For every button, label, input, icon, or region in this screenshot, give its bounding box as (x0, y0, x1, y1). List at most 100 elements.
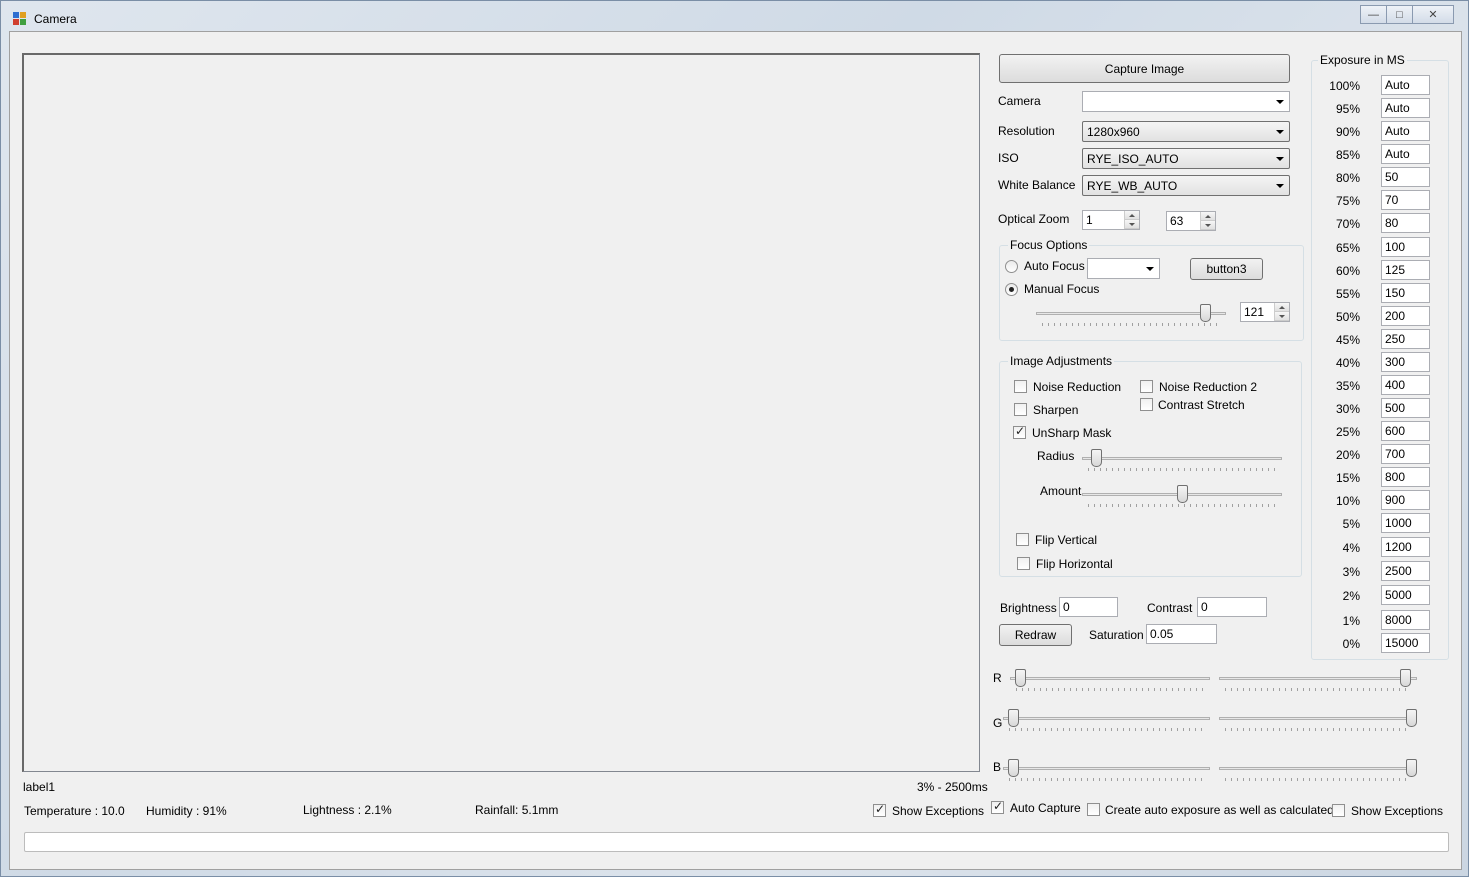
slider-thumb[interactable] (1406, 709, 1417, 727)
maximize-button[interactable]: □ (1386, 5, 1413, 24)
focus-value-stepper[interactable]: 121 (1240, 302, 1290, 322)
noise-reduction-checkbox[interactable] (1014, 380, 1027, 393)
spin-up-icon[interactable] (1275, 303, 1289, 312)
capture-image-button[interactable]: Capture Image (999, 54, 1290, 83)
exposure-value-input[interactable]: 800 (1381, 467, 1430, 487)
exposure-value-input[interactable]: 300 (1381, 352, 1430, 372)
exposure-percent-label: 75% (1335, 194, 1360, 208)
slider-thumb[interactable] (1091, 449, 1102, 467)
minimize-button[interactable]: — (1360, 5, 1387, 24)
exposure-value-input[interactable]: 15000 (1381, 633, 1430, 653)
white-balance-dropdown[interactable]: RYE_WB_AUTO (1082, 175, 1290, 196)
exposure-value-input[interactable]: 600 (1381, 421, 1430, 441)
exposure-value-input[interactable]: 1200 (1381, 537, 1430, 557)
focus-value: 121 (1244, 305, 1265, 319)
exposure-value-input[interactable]: 900 (1381, 490, 1430, 510)
show-exceptions-label-1: Show Exceptions (892, 804, 985, 818)
camera-label: Camera (998, 94, 1041, 108)
slider-thumb[interactable] (1015, 669, 1026, 687)
auto-focus-dropdown[interactable] (1087, 258, 1160, 279)
create-auto-exposure-label: Create auto exposure as well as calculat… (1105, 803, 1341, 817)
unsharp-mask-checkbox[interactable] (1013, 424, 1026, 439)
zoom-secondary-value: 63 (1170, 214, 1184, 228)
auto-capture-checkbox[interactable] (991, 799, 1004, 814)
g-min-slider[interactable] (1003, 709, 1210, 733)
optical-zoom-stepper[interactable]: 1 (1082, 210, 1140, 230)
slider-thumb[interactable] (1177, 485, 1188, 503)
slider-thumb[interactable] (1406, 759, 1417, 777)
spin-down-icon[interactable] (1275, 312, 1289, 321)
exposure-value-input[interactable]: 400 (1381, 375, 1430, 395)
exposure-value-input[interactable]: Auto (1381, 144, 1430, 164)
flip-horizontal-checkbox[interactable] (1017, 557, 1030, 570)
manual-focus-label: Manual Focus (1024, 282, 1100, 296)
b-min-slider[interactable] (1003, 759, 1210, 783)
slider-thumb[interactable] (1008, 759, 1019, 777)
exposure-value-input[interactable]: Auto (1381, 98, 1430, 118)
flip-vertical-label: Flip Vertical (1035, 533, 1098, 547)
sharpen-checkbox[interactable] (1014, 403, 1027, 416)
amount-slider[interactable] (1082, 485, 1282, 509)
exposure-value-input[interactable]: 5000 (1381, 585, 1430, 605)
slider-thumb[interactable] (1400, 669, 1411, 687)
exposure-value-input[interactable]: 150 (1381, 283, 1430, 303)
g-max-slider[interactable] (1219, 709, 1417, 733)
auto-capture-label: Auto Capture (1010, 801, 1081, 815)
sharpen-label: Sharpen (1033, 403, 1079, 417)
flip-vertical-checkbox[interactable] (1016, 533, 1029, 546)
slider-thumb[interactable] (1200, 304, 1211, 322)
exposure-value-input[interactable]: 500 (1381, 398, 1430, 418)
exposure-percent-label: 4% (1342, 541, 1360, 555)
exposure-value-input[interactable]: 250 (1381, 329, 1430, 349)
manual-focus-radio[interactable] (1005, 283, 1018, 296)
r-max-slider[interactable] (1219, 669, 1417, 693)
exposure-value-input[interactable]: 80 (1381, 213, 1430, 233)
zoom-secondary-stepper[interactable]: 63 (1166, 211, 1216, 231)
resolution-dropdown[interactable]: 1280x960 (1082, 121, 1290, 142)
spin-down-icon[interactable] (1125, 220, 1139, 229)
exposure-value-input[interactable]: 125 (1381, 260, 1430, 280)
spin-up-icon[interactable] (1201, 212, 1215, 221)
redraw-button[interactable]: Redraw (999, 624, 1072, 646)
brightness-input[interactable]: 0 (1059, 597, 1118, 617)
exposure-value-input[interactable]: 70 (1381, 190, 1430, 210)
spin-down-icon[interactable] (1201, 221, 1215, 230)
r-label: R (993, 671, 1002, 685)
create-auto-exposure-checkbox[interactable] (1087, 803, 1100, 816)
contrast-stretch-checkbox[interactable] (1140, 398, 1153, 411)
camera-dropdown[interactable] (1082, 91, 1290, 112)
auto-focus-radio[interactable] (1005, 260, 1018, 273)
radius-slider[interactable] (1082, 449, 1282, 473)
image-adjustments-title: Image Adjustments (1008, 354, 1115, 368)
exposure-value-input[interactable]: 2500 (1381, 561, 1430, 581)
exposure-value-input[interactable]: 1000 (1381, 513, 1430, 533)
exposure-value-input[interactable]: Auto (1381, 75, 1430, 95)
image-preview[interactable] (22, 53, 980, 772)
exposure-percent-label: 95% (1335, 102, 1360, 116)
exposure-percent-label: 15% (1335, 471, 1360, 485)
exposure-value-input[interactable]: 8000 (1381, 610, 1430, 630)
slider-thumb[interactable] (1008, 709, 1019, 727)
radius-label: Radius (1037, 449, 1075, 463)
close-button[interactable]: ✕ (1412, 5, 1454, 24)
manual-focus-slider[interactable] (1036, 304, 1226, 328)
contrast-input[interactable]: 0 (1197, 597, 1267, 617)
r-min-slider[interactable] (1010, 669, 1210, 693)
spin-up-icon[interactable] (1125, 211, 1139, 220)
exposure-value-input[interactable]: 50 (1381, 167, 1430, 187)
noise-reduction-2-checkbox[interactable] (1140, 380, 1153, 393)
exposure-value-input[interactable]: 100 (1381, 237, 1430, 257)
saturation-label: Saturation (1089, 628, 1144, 642)
saturation-input[interactable]: 0.05 (1146, 624, 1217, 644)
show-exceptions-checkbox-1[interactable] (873, 802, 886, 817)
flip-horizontal-label: Flip Horizontal (1036, 557, 1113, 571)
exposure-value-input[interactable]: 200 (1381, 306, 1430, 326)
exposure-value-input[interactable]: Auto (1381, 121, 1430, 141)
exposure-value-input[interactable]: 700 (1381, 444, 1430, 464)
show-exceptions-checkbox-2[interactable] (1332, 804, 1345, 817)
iso-dropdown[interactable]: RYE_ISO_AUTO (1082, 148, 1290, 169)
title-bar: Camera — □ ✕ (1, 1, 1469, 35)
progress-bar (24, 832, 1449, 852)
button3[interactable]: button3 (1190, 258, 1263, 280)
b-max-slider[interactable] (1219, 759, 1417, 783)
